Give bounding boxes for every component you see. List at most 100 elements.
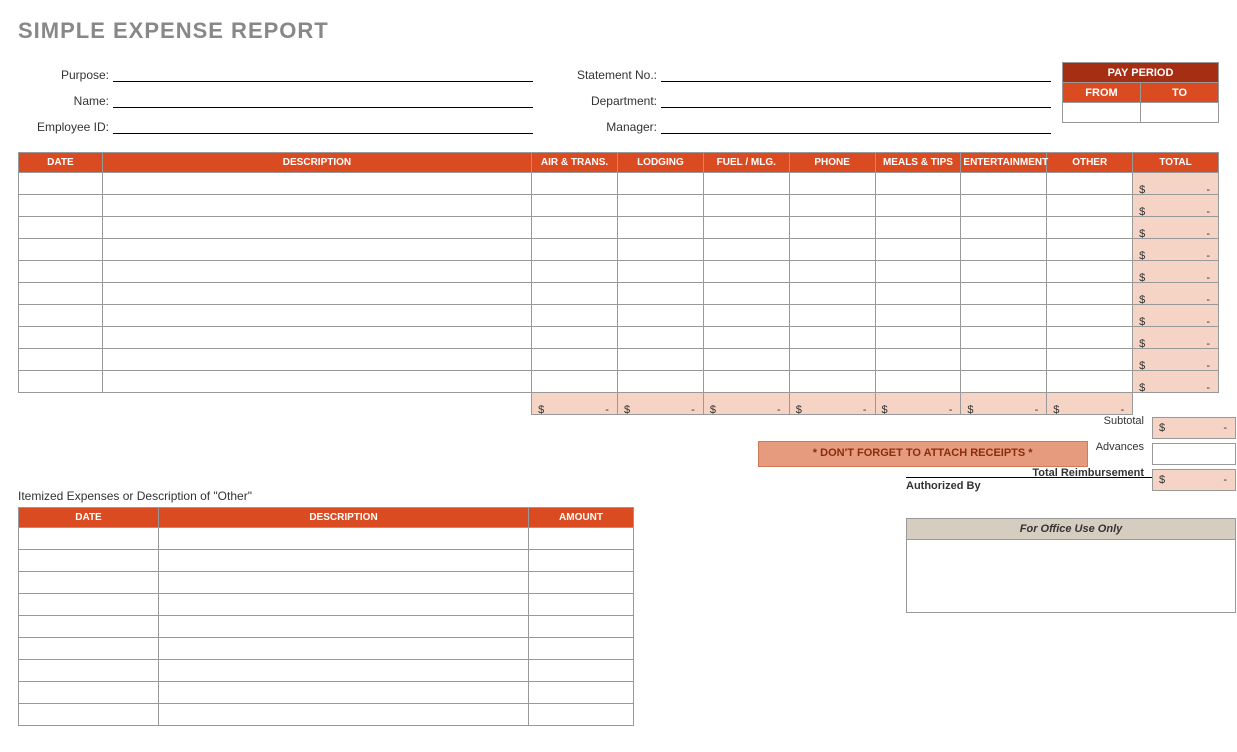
itemized-cell[interactable] [159,594,529,616]
expense-cell[interactable] [532,195,618,217]
expense-cell[interactable] [19,195,103,217]
office-use-body[interactable] [907,540,1235,612]
manager-input[interactable] [661,116,1051,134]
itemized-cell[interactable] [19,638,159,660]
itemized-cell[interactable] [159,638,529,660]
expense-cell[interactable] [1047,239,1133,261]
expense-cell[interactable] [19,349,103,371]
expense-cell[interactable] [102,305,531,327]
expense-cell[interactable] [19,327,103,349]
pay-period-to-cell[interactable] [1141,103,1219,123]
expense-cell[interactable] [19,239,103,261]
expense-cell[interactable] [102,349,531,371]
expense-cell[interactable] [19,173,103,195]
itemized-cell[interactable] [19,572,159,594]
expense-cell[interactable] [617,327,703,349]
expense-cell[interactable] [1047,371,1133,393]
itemized-cell[interactable] [19,682,159,704]
expense-cell[interactable] [961,305,1047,327]
expense-cell[interactable] [703,305,789,327]
expense-cell[interactable] [532,305,618,327]
expense-cell[interactable] [703,173,789,195]
expense-cell[interactable] [19,283,103,305]
expense-cell[interactable] [532,261,618,283]
itemized-cell[interactable] [529,616,634,638]
expense-cell[interactable] [102,173,531,195]
department-input[interactable] [661,90,1051,108]
expense-cell[interactable] [961,327,1047,349]
expense-cell[interactable] [789,261,875,283]
expense-cell[interactable] [1047,261,1133,283]
itemized-cell[interactable] [529,704,634,726]
expense-cell[interactable] [703,327,789,349]
itemized-cell[interactable] [159,528,529,550]
advances-value[interactable] [1152,443,1236,465]
expense-cell[interactable] [1047,283,1133,305]
expense-cell[interactable] [789,349,875,371]
expense-cell[interactable] [102,283,531,305]
expense-cell[interactable] [532,371,618,393]
expense-cell[interactable] [102,371,531,393]
expense-cell[interactable] [875,261,961,283]
expense-cell[interactable] [19,261,103,283]
expense-cell[interactable] [617,195,703,217]
expense-cell[interactable] [102,195,531,217]
itemized-cell[interactable] [159,660,529,682]
expense-cell[interactable] [875,217,961,239]
expense-cell[interactable] [1047,195,1133,217]
expense-cell[interactable] [19,305,103,327]
pay-period-from-cell[interactable] [1063,103,1141,123]
expense-cell[interactable] [961,195,1047,217]
expense-cell[interactable] [875,195,961,217]
expense-cell[interactable] [789,327,875,349]
expense-cell[interactable] [617,173,703,195]
expense-cell[interactable] [703,349,789,371]
expense-cell[interactable] [961,283,1047,305]
itemized-cell[interactable] [19,660,159,682]
expense-cell[interactable] [703,261,789,283]
expense-cell[interactable] [1047,217,1133,239]
expense-cell[interactable] [102,217,531,239]
expense-cell[interactable] [1047,173,1133,195]
itemized-cell[interactable] [19,704,159,726]
expense-cell[interactable] [19,217,103,239]
itemized-cell[interactable] [529,572,634,594]
expense-cell[interactable] [532,239,618,261]
itemized-cell[interactable] [159,682,529,704]
expense-cell[interactable] [961,239,1047,261]
expense-cell[interactable] [102,327,531,349]
expense-cell[interactable] [617,217,703,239]
expense-cell[interactable] [789,305,875,327]
expense-cell[interactable] [532,217,618,239]
expense-cell[interactable] [532,349,618,371]
expense-cell[interactable] [875,283,961,305]
itemized-cell[interactable] [159,704,529,726]
expense-cell[interactable] [875,327,961,349]
expense-cell[interactable] [961,261,1047,283]
itemized-cell[interactable] [529,660,634,682]
expense-cell[interactable] [102,239,531,261]
expense-cell[interactable] [703,239,789,261]
expense-cell[interactable] [1047,327,1133,349]
itemized-cell[interactable] [159,572,529,594]
expense-cell[interactable] [617,283,703,305]
itemized-cell[interactable] [529,528,634,550]
expense-cell[interactable] [19,371,103,393]
employee-id-input[interactable] [113,116,533,134]
expense-cell[interactable] [703,217,789,239]
expense-cell[interactable] [789,371,875,393]
expense-cell[interactable] [875,239,961,261]
itemized-cell[interactable] [19,528,159,550]
statement-no-input[interactable] [661,64,1051,82]
itemized-cell[interactable] [159,550,529,572]
expense-cell[interactable] [789,217,875,239]
itemized-cell[interactable] [529,638,634,660]
itemized-cell[interactable] [159,616,529,638]
expense-cell[interactable] [532,327,618,349]
expense-cell[interactable] [703,195,789,217]
itemized-cell[interactable] [529,550,634,572]
expense-cell[interactable] [875,371,961,393]
expense-cell[interactable] [789,283,875,305]
expense-cell[interactable] [532,283,618,305]
expense-cell[interactable] [617,261,703,283]
